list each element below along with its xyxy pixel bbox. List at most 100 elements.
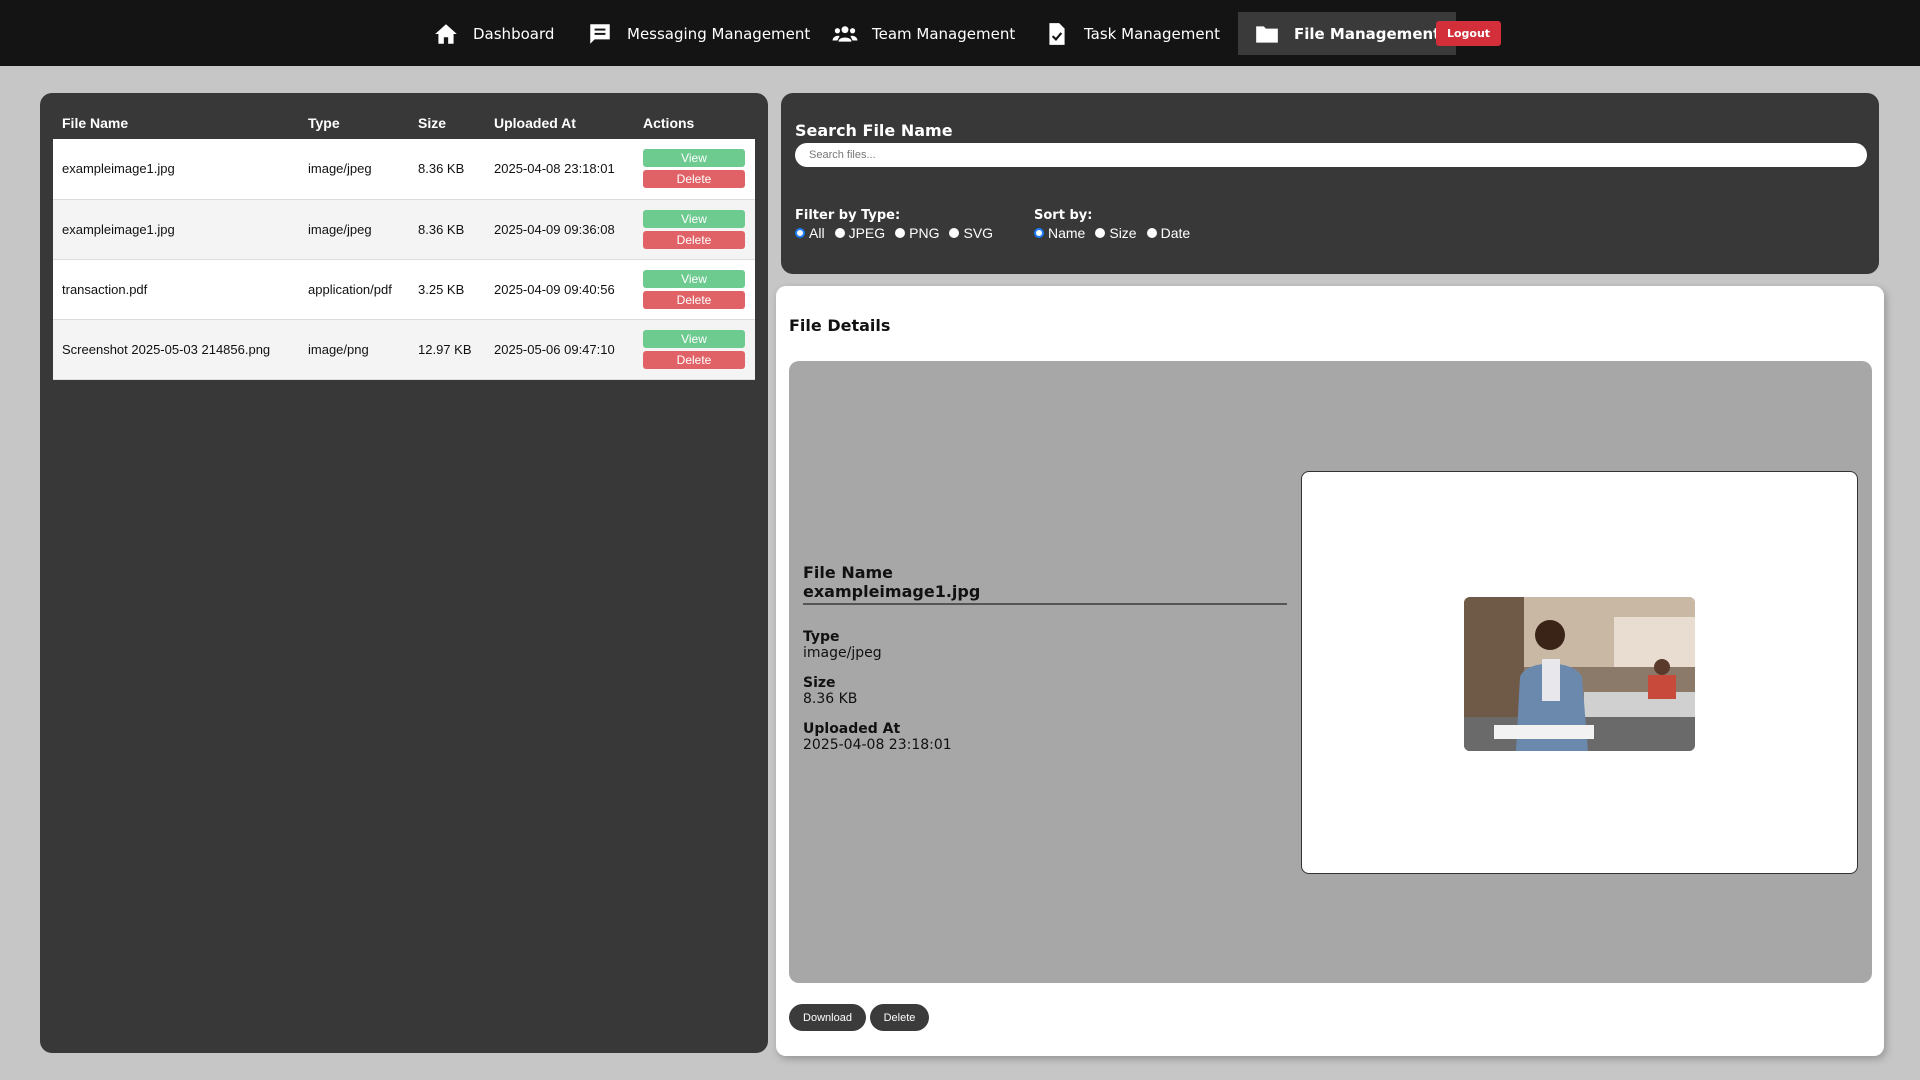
view-button[interactable]: View (643, 269, 745, 288)
filter-option-all[interactable]: All (795, 225, 825, 241)
size-value: 8.36 KB (803, 691, 858, 707)
cell-uploaded-at: 2025-04-09 09:36:08 (485, 199, 634, 260)
view-button[interactable]: View (643, 329, 745, 348)
table-header-row: File Name Type Size Uploaded At Actions (53, 106, 755, 139)
filter-by-type: Filter by Type: All JPEG PNG SVG (795, 208, 993, 241)
column-header-size: Size (418, 114, 447, 131)
search-panel: Search File Name Filter by Type: All JPE… (781, 93, 1879, 274)
nav-task-management[interactable]: Task Management (1028, 12, 1236, 55)
cell-size: 8.36 KB (409, 139, 485, 200)
preview-image (1464, 597, 1695, 751)
delete-button[interactable]: Delete (643, 230, 745, 249)
filter-option-svg[interactable]: SVG (949, 225, 993, 241)
filter-option-png[interactable]: PNG (895, 225, 939, 241)
type-value: image/jpeg (803, 645, 882, 661)
cell-file-name: Screenshot 2025-05-03 214856.png (53, 319, 299, 380)
cell-file-name: transaction.pdf (53, 259, 299, 320)
cell-type: application/pdf (299, 259, 409, 320)
radio-selected-icon (1034, 228, 1044, 238)
column-header-uploaded-at: Uploaded At (494, 114, 576, 131)
cell-file-name: exampleimage1.jpg (53, 139, 299, 200)
filter-option-jpeg[interactable]: JPEG (834, 225, 886, 241)
sort-option-date[interactable]: Date (1146, 225, 1191, 241)
table-row[interactable]: transaction.pdf application/pdf 3.25 KB … (53, 259, 755, 320)
delete-button[interactable]: Delete (643, 290, 745, 309)
logout-button[interactable]: Logout (1436, 21, 1501, 46)
nav-file-label: File Management (1294, 24, 1441, 43)
column-header-type: Type (308, 114, 340, 131)
folder-icon (1256, 25, 1278, 43)
cell-type: image/jpeg (299, 139, 409, 200)
size-label: Size (803, 675, 836, 691)
sort-option-label: Date (1160, 225, 1191, 241)
cell-actions: View Delete (634, 319, 755, 380)
details-content: File Name exampleimage1.jpg Type image/j… (789, 361, 1872, 983)
column-header-file-name: File Name (62, 114, 129, 131)
filter-label: Filter by Type: (795, 208, 901, 223)
sort-option-label: Name (1048, 225, 1086, 241)
home-icon (435, 23, 457, 44)
view-button[interactable]: View (643, 209, 745, 228)
nav-messaging-management[interactable]: Messaging Management (571, 12, 826, 55)
column-header-actions: Actions (643, 114, 695, 131)
uploaded-at-label: Uploaded At (803, 721, 901, 737)
file-name-label: File Name (803, 563, 894, 582)
cell-file-name: exampleimage1.jpg (53, 199, 299, 260)
radio-icon (1095, 228, 1106, 238)
nav-task-label: Task Management (1084, 24, 1220, 43)
file-name-value: exampleimage1.jpg (803, 582, 1287, 605)
filter-option-label: JPEG (848, 225, 886, 241)
cell-uploaded-at: 2025-04-09 09:40:56 (485, 259, 634, 320)
uploaded-at-value: 2025-04-08 23:18:01 (803, 737, 952, 753)
top-navigation: Dashboard Messaging Management Team Mana… (0, 0, 1920, 66)
radio-icon (834, 228, 845, 238)
radio-selected-icon (795, 228, 805, 238)
file-details-panel: File Details File Name exampleimage1.jpg… (776, 286, 1884, 1056)
file-table: File Name Type Size Uploaded At Actions … (53, 106, 755, 380)
filter-option-label: PNG (909, 225, 940, 241)
cell-size: 8.36 KB (409, 199, 485, 260)
search-input[interactable] (795, 143, 1867, 167)
sort-option-label: Size (1109, 225, 1137, 241)
delete-button[interactable]: Delete (643, 350, 745, 369)
sort-by: Sort by: Name Size Date (1034, 208, 1190, 241)
nav-team-label: Team Management (872, 24, 1016, 43)
cell-type: image/jpeg (299, 199, 409, 260)
radio-icon (949, 228, 960, 238)
delete-button[interactable]: Delete (643, 170, 745, 189)
file-preview (1301, 471, 1858, 874)
view-button[interactable]: View (643, 149, 745, 168)
cell-size: 12.97 KB (409, 319, 485, 380)
sort-option-name[interactable]: Name (1034, 225, 1085, 241)
task-icon (1049, 22, 1065, 45)
radio-icon (1146, 228, 1157, 238)
type-label: Type (803, 629, 840, 645)
sort-option-size[interactable]: Size (1095, 225, 1137, 241)
filter-option-label: SVG (963, 225, 994, 241)
cell-size: 3.25 KB (409, 259, 485, 320)
details-title: File Details (789, 316, 891, 335)
cell-uploaded-at: 2025-05-06 09:47:10 (485, 319, 634, 380)
filter-option-label: All (809, 225, 825, 241)
search-title: Search File Name (795, 121, 953, 140)
cell-type: image/png (299, 319, 409, 380)
file-list-panel: File Name Type Size Uploaded At Actions … (40, 93, 768, 1053)
download-button[interactable]: Download (789, 1004, 866, 1031)
sort-label: Sort by: (1034, 208, 1093, 223)
details-delete-button[interactable]: Delete (870, 1004, 929, 1031)
cell-actions: View Delete (634, 139, 755, 200)
nav-team-management[interactable]: Team Management (816, 12, 1031, 55)
nav-messaging-label: Messaging Management (627, 24, 811, 43)
file-metadata: File Name exampleimage1.jpg Type image/j… (803, 563, 1287, 767)
table-row[interactable]: exampleimage1.jpg image/jpeg 8.36 KB 202… (53, 139, 755, 200)
table-row[interactable]: exampleimage1.jpg image/jpeg 8.36 KB 202… (53, 199, 755, 260)
cell-actions: View Delete (634, 259, 755, 320)
nav-file-management[interactable]: File Management (1238, 12, 1457, 55)
team-icon (832, 25, 858, 42)
radio-icon (895, 228, 906, 238)
nav-dashboard-label: Dashboard (473, 24, 555, 43)
table-row[interactable]: Screenshot 2025-05-03 214856.png image/p… (53, 319, 755, 380)
message-icon (590, 23, 610, 44)
nav-dashboard[interactable]: Dashboard (417, 12, 570, 55)
cell-uploaded-at: 2025-04-08 23:18:01 (485, 139, 634, 200)
